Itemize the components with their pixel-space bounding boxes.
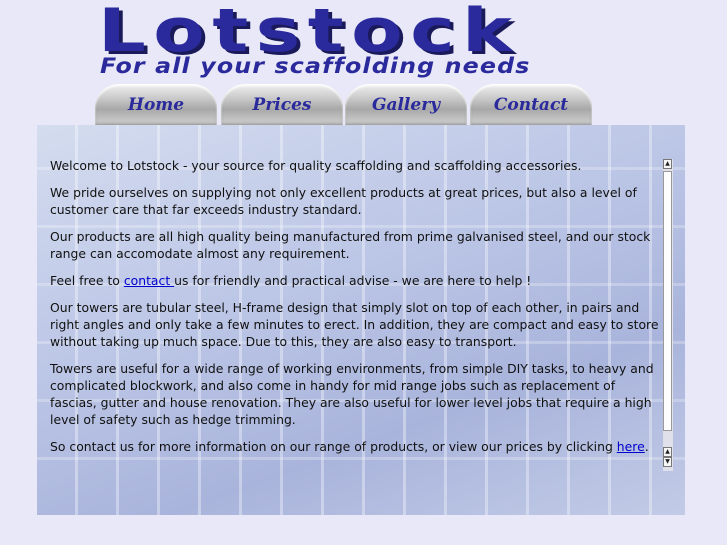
prices-text-before: So contact us for more information on ou… <box>50 439 617 454</box>
contact-text-before: Feel free to <box>50 273 124 288</box>
prices-paragraph: So contact us for more information on ou… <box>50 438 662 455</box>
content-panel: Welcome to Lotstock - your source for qu… <box>37 125 685 515</box>
nav-tab-contact[interactable]: Contact <box>470 84 592 126</box>
site-logo: Lotstock For all your scaffolding needs <box>98 0 658 80</box>
scrollbar-thumb[interactable] <box>663 171 672 431</box>
nav-tab-gallery[interactable]: Gallery <box>345 84 467 126</box>
customer-care-paragraph: We pride ourselves on supplying not only… <box>50 185 637 217</box>
logo-tagline: For all your scaffolding needs <box>100 54 531 78</box>
contact-paragraph: Feel free to contact us for friendly and… <box>50 272 662 289</box>
content-scrollbar[interactable]: ▲ ▲ ▼ <box>663 159 673 471</box>
main-navigation: Home Prices Gallery Contact <box>95 84 605 126</box>
scroll-down-arrow-icon[interactable]: ▼ <box>663 457 672 467</box>
nav-tab-home[interactable]: Home <box>95 84 217 126</box>
prices-here-link[interactable]: here <box>617 439 645 454</box>
scroll-up-arrow-icon[interactable]: ▲ <box>663 159 672 169</box>
contact-link[interactable]: contact <box>124 273 174 288</box>
scroll-up-arrow-icon-bottom[interactable]: ▲ <box>663 447 672 457</box>
prices-text-after: . <box>644 439 649 454</box>
products-paragraph: Our products are all high quality being … <box>50 229 651 261</box>
welcome-paragraph: Welcome to Lotstock - your source for qu… <box>50 158 582 173</box>
towers-paragraph: Our towers are tubular steel, H-frame de… <box>50 300 659 349</box>
content-scroll-area[interactable]: Welcome to Lotstock - your source for qu… <box>50 157 662 497</box>
uses-paragraph: Towers are useful for a wide range of wo… <box>50 361 654 427</box>
contact-text-after: us for friendly and practical advise - w… <box>174 273 532 288</box>
nav-tab-prices[interactable]: Prices <box>221 84 343 126</box>
